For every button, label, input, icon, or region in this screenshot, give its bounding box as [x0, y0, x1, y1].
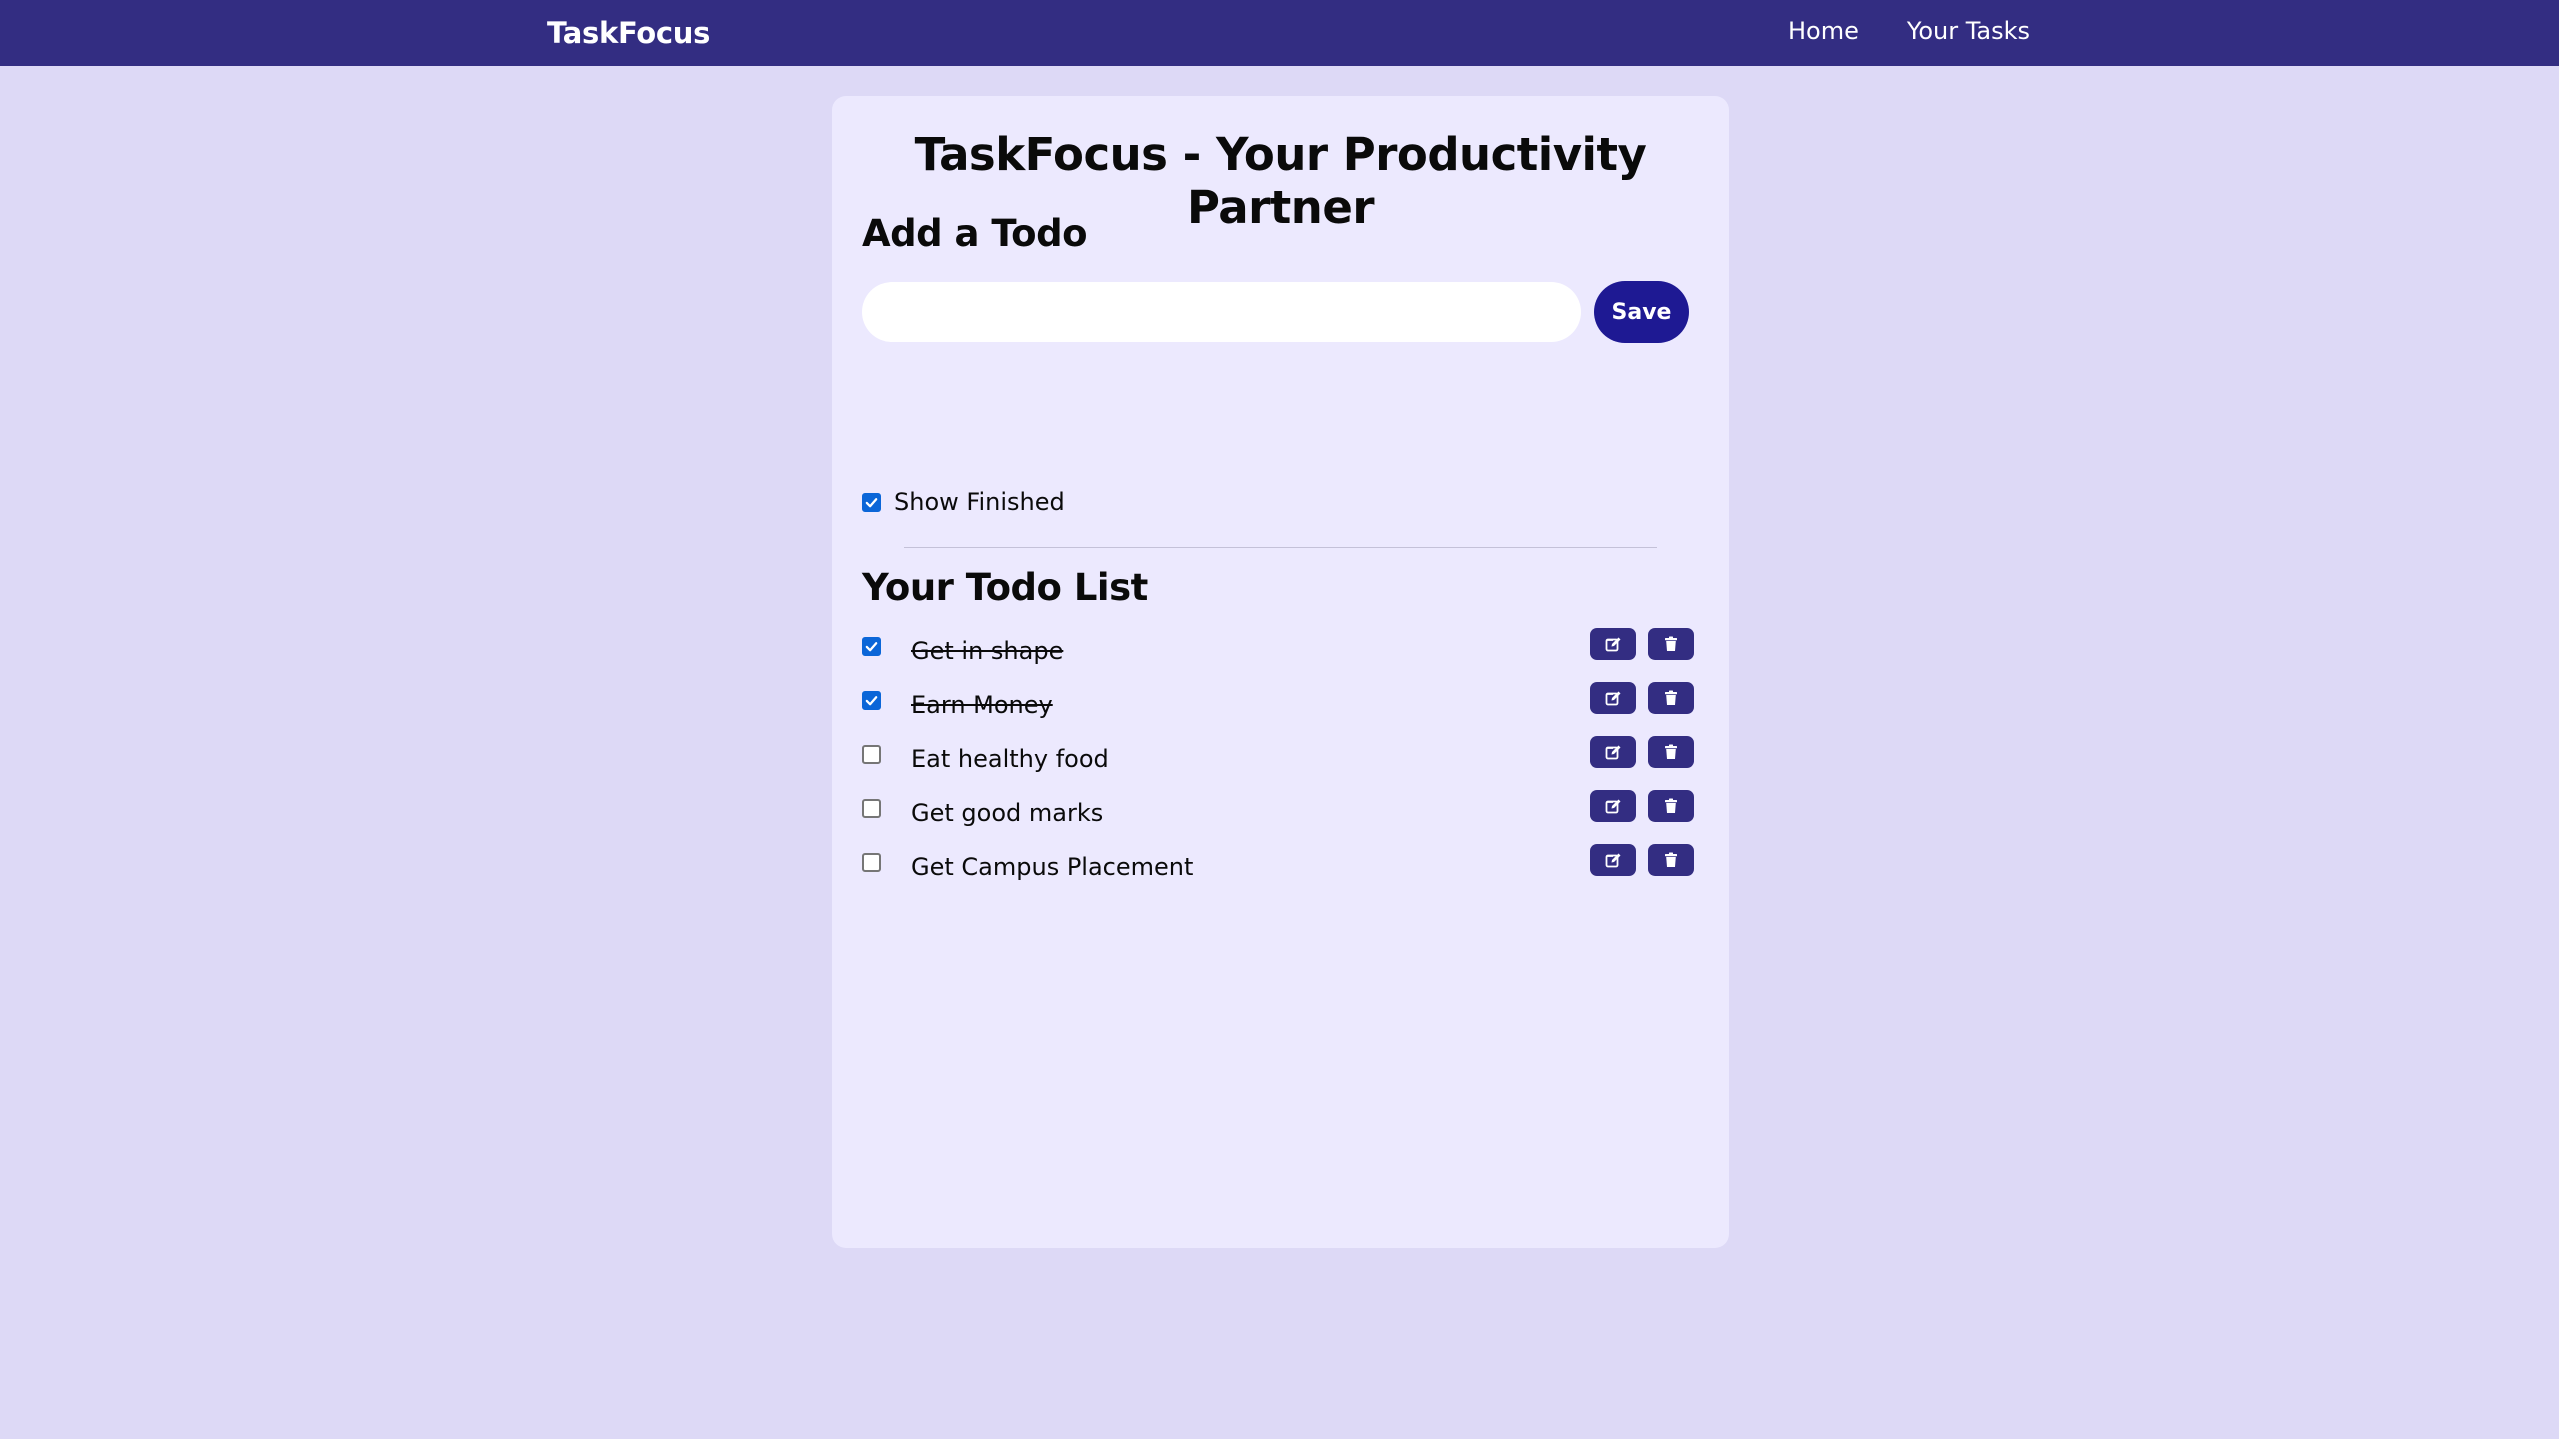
todo-input[interactable]	[862, 282, 1581, 342]
todo-checkbox[interactable]	[862, 853, 881, 872]
todo-actions	[1590, 790, 1694, 822]
todo-item: Earn Money	[862, 678, 1694, 732]
todo-item: Eat healthy food	[862, 732, 1694, 786]
todo-text: Earn Money	[911, 691, 1053, 719]
trash-icon	[1665, 798, 1677, 813]
edit-icon	[1605, 799, 1621, 814]
todo-list: Get in shape Earn Money Eat healthy food Ge…	[862, 624, 1694, 894]
show-finished-toggle[interactable]: Show Finished	[862, 488, 1065, 516]
delete-button[interactable]	[1648, 682, 1694, 714]
delete-button[interactable]	[1648, 736, 1694, 768]
checkmark-icon	[865, 642, 878, 652]
todo-checkbox[interactable]	[862, 637, 881, 656]
nav-link-your-tasks[interactable]: Your Tasks	[1907, 17, 2030, 45]
edit-button[interactable]	[1590, 844, 1636, 876]
todo-item: Get Campus Placement	[862, 840, 1694, 894]
edit-icon	[1605, 745, 1621, 760]
todo-text: Get good marks	[911, 799, 1104, 827]
todo-actions	[1590, 736, 1694, 768]
delete-button[interactable]	[1648, 628, 1694, 660]
todo-item: Get in shape	[862, 624, 1694, 678]
todo-text: Get Campus Placement	[911, 853, 1194, 881]
brand-logo[interactable]: TaskFocus	[547, 16, 710, 50]
edit-button[interactable]	[1590, 628, 1636, 660]
todo-checkbox[interactable]	[862, 799, 881, 818]
show-finished-label: Show Finished	[894, 488, 1065, 516]
delete-button[interactable]	[1648, 790, 1694, 822]
edit-icon	[1605, 637, 1621, 652]
todo-text: Eat healthy food	[911, 745, 1109, 773]
edit-button[interactable]	[1590, 682, 1636, 714]
todo-text: Get in shape	[911, 637, 1064, 665]
navbar: TaskFocus Home Your Tasks	[0, 0, 2559, 66]
edit-button[interactable]	[1590, 790, 1636, 822]
delete-button[interactable]	[1648, 844, 1694, 876]
trash-icon	[1665, 636, 1677, 651]
edit-icon	[1605, 853, 1621, 868]
todo-actions	[1590, 844, 1694, 876]
todo-actions	[1590, 682, 1694, 714]
todo-card: TaskFocus - Your Productivity Partner Ad…	[832, 96, 1729, 1248]
todo-list-heading: Your Todo List	[862, 566, 1148, 609]
trash-icon	[1665, 690, 1677, 705]
trash-icon	[1665, 852, 1677, 867]
nav-link-home[interactable]: Home	[1788, 17, 1859, 45]
todo-checkbox[interactable]	[862, 745, 881, 764]
checkmark-icon	[865, 696, 878, 706]
nav-links: Home Your Tasks	[1788, 17, 2030, 45]
todo-actions	[1590, 628, 1694, 660]
show-finished-checkbox[interactable]	[862, 492, 881, 512]
todo-item: Get good marks	[862, 786, 1694, 840]
todo-checkbox[interactable]	[862, 691, 881, 710]
add-todo-heading: Add a Todo	[862, 212, 1088, 255]
save-button[interactable]: Save	[1594, 281, 1689, 343]
checkmark-icon	[865, 497, 878, 507]
edit-icon	[1605, 691, 1621, 706]
edit-button[interactable]	[1590, 736, 1636, 768]
divider	[904, 547, 1657, 548]
trash-icon	[1665, 744, 1677, 759]
